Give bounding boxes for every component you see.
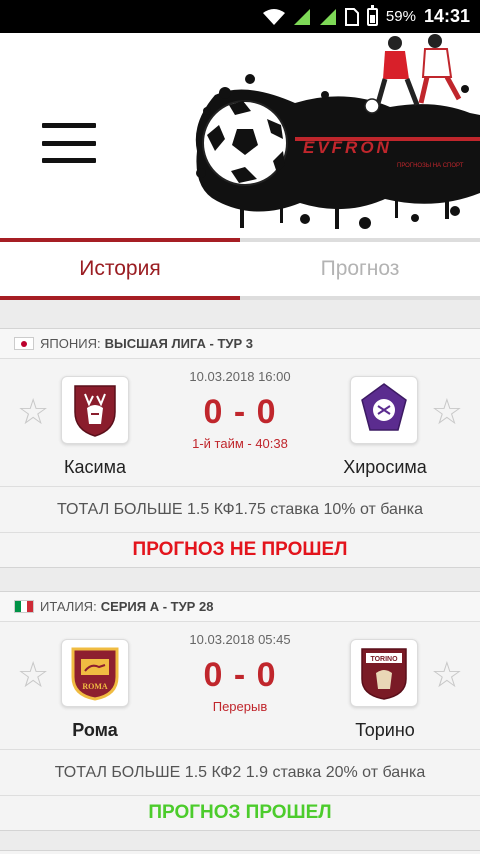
sim-icon bbox=[344, 7, 359, 26]
match-row[interactable]: ☆ 10.03.2018 16:00 0 - 0 1-й тайм - 40:3… bbox=[0, 359, 480, 487]
league-header: ЯПОНИЯ: ВЫСШАЯ ЛИГА - ТУР 3 bbox=[0, 329, 480, 359]
torino-crest-text: TORINO bbox=[370, 656, 398, 663]
favorite-star-icon[interactable]: ☆ bbox=[17, 657, 49, 693]
match-datetime: 10.03.2018 05:45 bbox=[189, 632, 291, 647]
soccer-ball-icon bbox=[202, 100, 288, 186]
evfron-logo: EVFRON ПРОГНОЗЫ НА СПОРТ bbox=[195, 34, 480, 229]
favorite-star-icon[interactable]: ☆ bbox=[431, 394, 463, 430]
match-status: Перерыв bbox=[212, 699, 268, 714]
match-score: 0 - 0 bbox=[203, 656, 277, 694]
favorite-star-icon[interactable]: ☆ bbox=[431, 657, 463, 693]
home-team-logo[interactable] bbox=[61, 376, 129, 444]
league-competition: СЕРИЯ А - ТУР 28 bbox=[100, 599, 214, 614]
kashima-crest-icon bbox=[74, 385, 116, 437]
match-card: ЯПОНИЯ: ВЫСШАЯ ЛИГА - ТУР 3 ☆ 10.03.2018… bbox=[0, 328, 480, 568]
league-competition: ВЫСШАЯ ЛИГА - ТУР 3 bbox=[104, 336, 253, 351]
away-team-name: Хиросима bbox=[343, 457, 427, 477]
wifi-icon bbox=[262, 8, 285, 25]
signal-icon bbox=[319, 8, 336, 25]
menu-icon-line bbox=[42, 140, 96, 146]
torino-crest-icon: TORINO bbox=[361, 648, 407, 700]
battery-icon bbox=[366, 4, 378, 26]
match-status: 1-й тайм - 40:38 bbox=[192, 436, 288, 451]
player-figure bbox=[364, 34, 462, 114]
match-card: ИТАЛИЯ: СЕРИЯ А - ТУР 28 ☆ ROMA TORINO 1… bbox=[0, 591, 480, 831]
forecast-tip: ТОТАЛ БОЛЬШЕ 1.5 КФ2 1.9 ставка 20% от б… bbox=[0, 750, 480, 796]
roma-crest-text: ROMA bbox=[82, 682, 108, 691]
tab-history[interactable]: История bbox=[0, 238, 240, 300]
hiroshima-crest-icon bbox=[361, 383, 407, 431]
match-datetime: 10.03.2018 16:00 bbox=[189, 369, 291, 384]
logo-tagline: ПРОГНОЗЫ НА СПОРТ bbox=[397, 163, 464, 169]
home-team-name: Рома bbox=[72, 720, 118, 740]
away-team-logo[interactable]: TORINO bbox=[350, 639, 418, 707]
away-team-name: Торино bbox=[355, 720, 415, 740]
forecast-result: ПРОГНОЗ НЕ ПРОШЕЛ bbox=[132, 539, 348, 560]
forecast-result: ПРОГНОЗ ПРОШЕЛ bbox=[148, 802, 332, 823]
match-score: 0 - 0 bbox=[203, 393, 277, 431]
tabs-bar: История Прогноз bbox=[0, 238, 480, 300]
away-team-logo[interactable] bbox=[350, 376, 418, 444]
battery-percent: 59% bbox=[385, 8, 416, 25]
league-country: ИТАЛИЯ: bbox=[40, 599, 97, 614]
league-country: ЯПОНИЯ: bbox=[40, 336, 101, 351]
italy-flag-icon bbox=[14, 600, 34, 613]
menu-button[interactable] bbox=[42, 123, 96, 163]
signal-icon bbox=[293, 8, 310, 25]
tab-forecast[interactable]: Прогноз bbox=[240, 238, 480, 300]
menu-icon-line bbox=[42, 158, 96, 163]
home-team-name: Касима bbox=[64, 457, 126, 477]
japan-flag-icon bbox=[14, 337, 34, 350]
match-row[interactable]: ☆ ROMA TORINO 10.03.2018 05:45 0 - 0 Пер… bbox=[0, 622, 480, 750]
favorite-star-icon[interactable]: ☆ bbox=[17, 394, 49, 430]
app-header: EVFRON ПРОГНОЗЫ НА СПОРТ bbox=[0, 33, 480, 240]
forecast-tip: ТОТАЛ БОЛЬШЕ 1.5 КФ1.75 ставка 10% от ба… bbox=[0, 487, 480, 533]
logo-text: EVFRON bbox=[303, 138, 392, 157]
menu-icon-line bbox=[42, 123, 96, 128]
next-match-card-edge bbox=[0, 850, 480, 854]
league-header: ИТАЛИЯ: СЕРИЯ А - ТУР 28 bbox=[0, 592, 480, 622]
roma-crest-icon: ROMA bbox=[71, 647, 119, 701]
status-bar: 59% 14:31 bbox=[0, 0, 480, 33]
home-team-logo[interactable]: ROMA bbox=[61, 639, 129, 707]
clock: 14:31 bbox=[423, 6, 470, 26]
